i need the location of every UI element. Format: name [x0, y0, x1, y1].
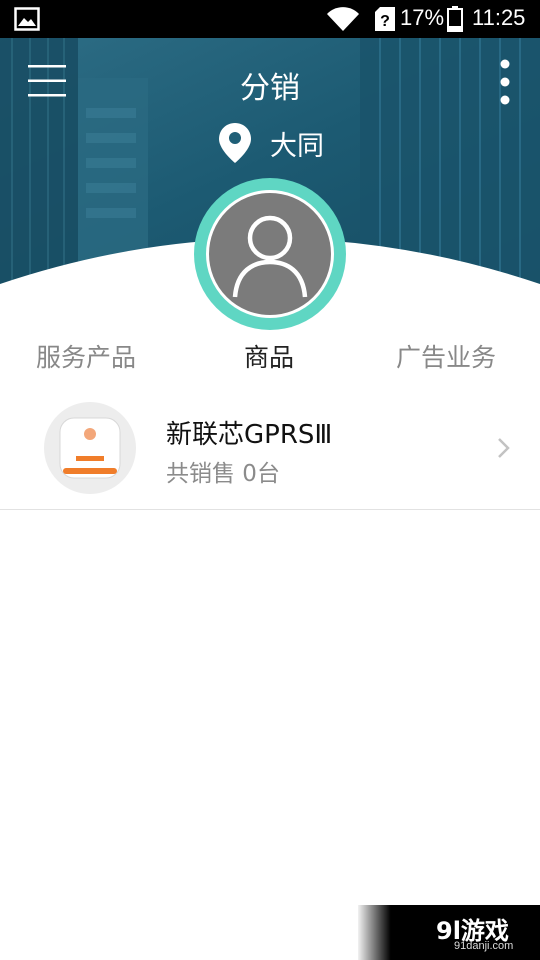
image-icon [14, 7, 40, 31]
page-title: 分销 [240, 71, 300, 106]
location-label: 大同 [270, 130, 324, 162]
chevron-right-icon [498, 438, 510, 458]
product-sales: 共销售 0台 [166, 461, 280, 487]
avatar-placeholder [206, 190, 334, 318]
product-image [44, 402, 136, 494]
location-selector[interactable]: 大同 [218, 122, 324, 164]
tab-goods[interactable]: 商品 [244, 338, 294, 374]
watermark: 9l游戏 91danji.com [358, 905, 540, 960]
battery-icon [447, 6, 463, 32]
product-name: 新联芯GPRSⅢ [166, 420, 333, 450]
clock: 11:25 [472, 5, 526, 30]
status-bar: ? 17% 11:25 [0, 0, 540, 38]
unknown-sim-icon: ? [375, 7, 395, 31]
tab-service-products[interactable]: 服务产品 [36, 338, 136, 374]
tab-advertising[interactable]: 广告业务 [396, 338, 496, 374]
location-pin-icon [219, 123, 251, 163]
list-item[interactable]: 新联芯GPRSⅢ 共销售 0台 [0, 398, 540, 510]
battery-percentage: 17% [400, 5, 445, 30]
user-icon [232, 215, 308, 298]
avatar[interactable] [194, 178, 346, 330]
watermark-url: 91danji.com [454, 940, 514, 952]
wifi-icon [327, 7, 359, 31]
svg-text:?: ? [380, 13, 390, 30]
more-icon[interactable] [492, 58, 518, 108]
